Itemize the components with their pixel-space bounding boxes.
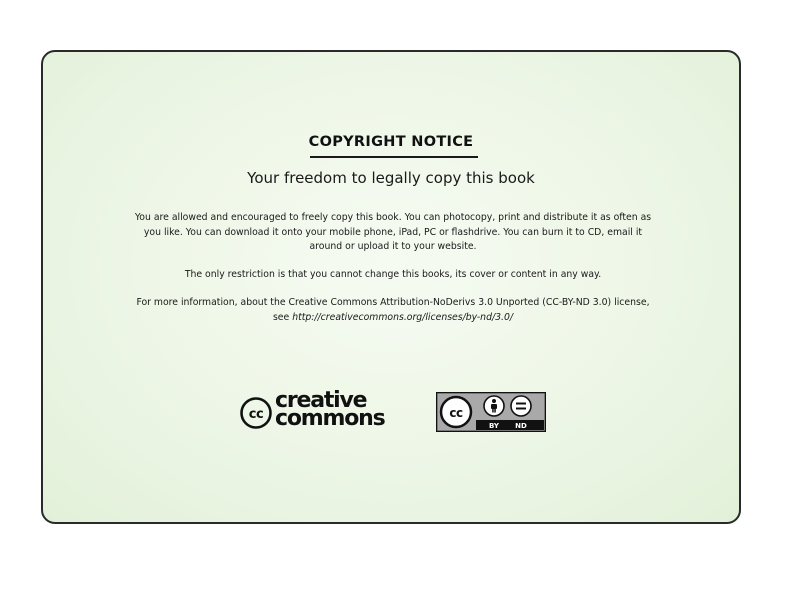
badge-by-label: BY	[489, 422, 500, 430]
creative-commons-logo: cc creative commons	[240, 390, 404, 436]
attribution-person-icon	[483, 395, 505, 417]
badge-cc-text: cc	[449, 406, 463, 420]
badge-nd-label: ND	[515, 422, 527, 430]
copyright-notice-card: COPYRIGHT NOTICE Your freedom to legally…	[41, 50, 741, 524]
notice-title: COPYRIGHT NOTICE	[308, 134, 474, 150]
cc-by-nd-badge: cc BY ND	[436, 392, 546, 432]
license-info-paragraph: For more information, about the Creative…	[129, 296, 657, 325]
badge-label-strip	[476, 420, 544, 430]
badge-cc-icon: cc	[439, 395, 473, 429]
license-url-link[interactable]: http://creativecommons.org/licenses/by-n…	[292, 312, 513, 323]
cc-circle-icon: cc	[240, 397, 272, 429]
permission-paragraph: You are allowed and encouraged to freely…	[134, 212, 652, 252]
restriction-paragraph: The only restriction is that you cannot …	[184, 269, 602, 280]
cc-mark-text: cc	[249, 407, 263, 422]
cc-wordmark: creative commons	[275, 390, 386, 431]
cc-word-commons: commons	[275, 406, 386, 431]
title-underline	[310, 156, 478, 158]
notice-subtitle: Your freedom to legally copy this book	[247, 169, 535, 187]
no-derivatives-equals-icon	[510, 395, 532, 417]
